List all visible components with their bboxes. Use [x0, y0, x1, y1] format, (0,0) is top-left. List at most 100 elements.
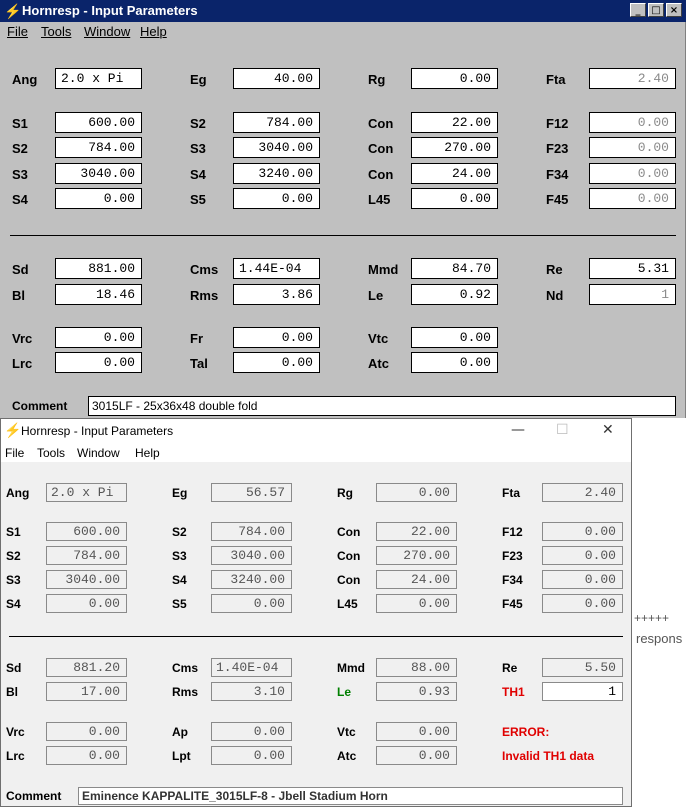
param-field[interactable]: 3240.00	[211, 570, 292, 589]
param-field[interactable]: 2.40	[589, 68, 676, 89]
param-field[interactable]: 784.00	[46, 546, 127, 565]
maximize-button[interactable]: □	[648, 3, 664, 17]
param-field[interactable]: 0.00	[376, 746, 457, 765]
param-field[interactable]: 2.40	[542, 483, 623, 502]
param-field[interactable]: 2.0 x Pi	[55, 68, 142, 89]
param-field[interactable]: 881.00	[55, 258, 142, 279]
param-field[interactable]: 0.00	[233, 188, 320, 209]
param-field[interactable]: 0.00	[411, 68, 498, 89]
param-field[interactable]: 17.00	[46, 682, 127, 701]
section-divider	[9, 636, 623, 637]
param-field[interactable]: 270.00	[411, 137, 498, 158]
param-field[interactable]: 18.46	[55, 284, 142, 305]
param-field[interactable]: 0.00	[46, 594, 127, 613]
param-field[interactable]: 0.00	[376, 722, 457, 741]
param-field[interactable]: 784.00	[55, 137, 142, 158]
param-field[interactable]: 5.50	[542, 658, 623, 677]
param-field[interactable]: 3.10	[211, 682, 292, 701]
param-field[interactable]: 3.86	[233, 284, 320, 305]
comment-label: Comment	[12, 399, 68, 413]
comment-input[interactable]: 3015LF - 25x36x48 double fold	[88, 396, 676, 416]
minimize-button[interactable]: _	[630, 3, 646, 17]
param-field[interactable]: 3040.00	[46, 570, 127, 589]
comment-input[interactable]: Eminence KAPPALITE_3015LF-8 - Jbell Stad…	[78, 787, 623, 805]
param-field[interactable]: 2.0 x Pi	[46, 483, 127, 502]
menu-tools[interactable]: Tools	[41, 24, 71, 39]
menu-window[interactable]: Window	[84, 24, 130, 39]
param-field[interactable]: 3240.00	[233, 163, 320, 184]
minimize-button[interactable]: —	[511, 422, 525, 438]
param-field[interactable]: 1.44E-04	[233, 258, 320, 279]
param-label: S5	[172, 597, 187, 611]
param-field[interactable]: 0.00	[542, 570, 623, 589]
title-bar[interactable]: ⚡ Hornresp - Input Parameters _ □ ×	[0, 0, 686, 22]
param-label: Re	[546, 262, 563, 277]
param-field[interactable]: 0.00	[55, 327, 142, 348]
param-label: Vtc	[337, 725, 356, 739]
close-button[interactable]: ✕	[602, 422, 614, 438]
param-field[interactable]: 0.00	[376, 483, 457, 502]
param-label: Sd	[12, 262, 29, 277]
param-field[interactable]: 0.00	[376, 594, 457, 613]
param-field[interactable]: 88.00	[376, 658, 457, 677]
param-field[interactable]: 3040.00	[55, 163, 142, 184]
menu-file[interactable]: File	[5, 446, 24, 460]
param-field[interactable]: 5.31	[589, 258, 676, 279]
param-field[interactable]: 0.00	[589, 112, 676, 133]
menu-file[interactable]: File	[7, 24, 28, 39]
maximize-button[interactable]: ☐	[556, 422, 569, 438]
param-field[interactable]: 0.00	[46, 722, 127, 741]
param-field[interactable]: 0.00	[211, 722, 292, 741]
param-field[interactable]: 84.70	[411, 258, 498, 279]
param-field[interactable]: 0.00	[55, 352, 142, 373]
param-label: F12	[502, 525, 523, 539]
param-field[interactable]: 24.00	[376, 570, 457, 589]
param-field[interactable]: 0.00	[542, 594, 623, 613]
param-field[interactable]: 22.00	[411, 112, 498, 133]
param-label: Lpt	[172, 749, 191, 763]
param-field[interactable]: 0.00	[411, 352, 498, 373]
close-button[interactable]: ×	[666, 3, 682, 17]
param-field[interactable]: 0.00	[589, 188, 676, 209]
param-field[interactable]: 784.00	[233, 112, 320, 133]
menu-help[interactable]: Help	[140, 24, 167, 39]
param-field[interactable]: 0.00	[211, 746, 292, 765]
param-label: F45	[546, 192, 569, 207]
param-field[interactable]: 1.40E-04	[211, 658, 292, 677]
window-title: Hornresp - Input Parameters	[22, 3, 198, 18]
param-field[interactable]: 0.00	[233, 352, 320, 373]
param-label: Mmd	[368, 262, 399, 277]
param-field[interactable]: 0.00	[411, 188, 498, 209]
menu-tools[interactable]: Tools	[37, 446, 65, 460]
param-field[interactable]: 1	[589, 284, 676, 305]
menu-help[interactable]: Help	[135, 446, 160, 460]
param-field[interactable]: 0.00	[589, 163, 676, 184]
title-bar[interactable]: ⚡ Hornresp - Input Parameters — ☐ ✕	[1, 419, 631, 443]
param-label: Rg	[368, 72, 386, 87]
param-field[interactable]: 0.93	[376, 682, 457, 701]
menu-window[interactable]: Window	[77, 446, 120, 460]
param-field[interactable]: 881.20	[46, 658, 127, 677]
param-field[interactable]: 56.57	[211, 483, 292, 502]
param-field[interactable]: 600.00	[55, 112, 142, 133]
param-field[interactable]: 22.00	[376, 522, 457, 541]
param-field[interactable]: 0.00	[542, 546, 623, 565]
param-field[interactable]: 0.00	[46, 746, 127, 765]
param-field[interactable]: 600.00	[46, 522, 127, 541]
param-field[interactable]: 3040.00	[233, 137, 320, 158]
param-label: Le	[337, 685, 352, 699]
param-field[interactable]: 0.00	[55, 188, 142, 209]
param-field[interactable]: 0.00	[233, 327, 320, 348]
param-field[interactable]: 40.00	[233, 68, 320, 89]
param-field[interactable]: 1	[542, 682, 623, 701]
param-field[interactable]: 0.92	[411, 284, 498, 305]
param-field[interactable]: 3040.00	[211, 546, 292, 565]
param-field[interactable]: 24.00	[411, 163, 498, 184]
param-field[interactable]: 784.00	[211, 522, 292, 541]
param-field[interactable]: 0.00	[542, 522, 623, 541]
param-label: S2	[172, 525, 187, 539]
param-field[interactable]: 0.00	[589, 137, 676, 158]
param-field[interactable]: 270.00	[376, 546, 457, 565]
param-field[interactable]: 0.00	[411, 327, 498, 348]
param-field[interactable]: 0.00	[211, 594, 292, 613]
